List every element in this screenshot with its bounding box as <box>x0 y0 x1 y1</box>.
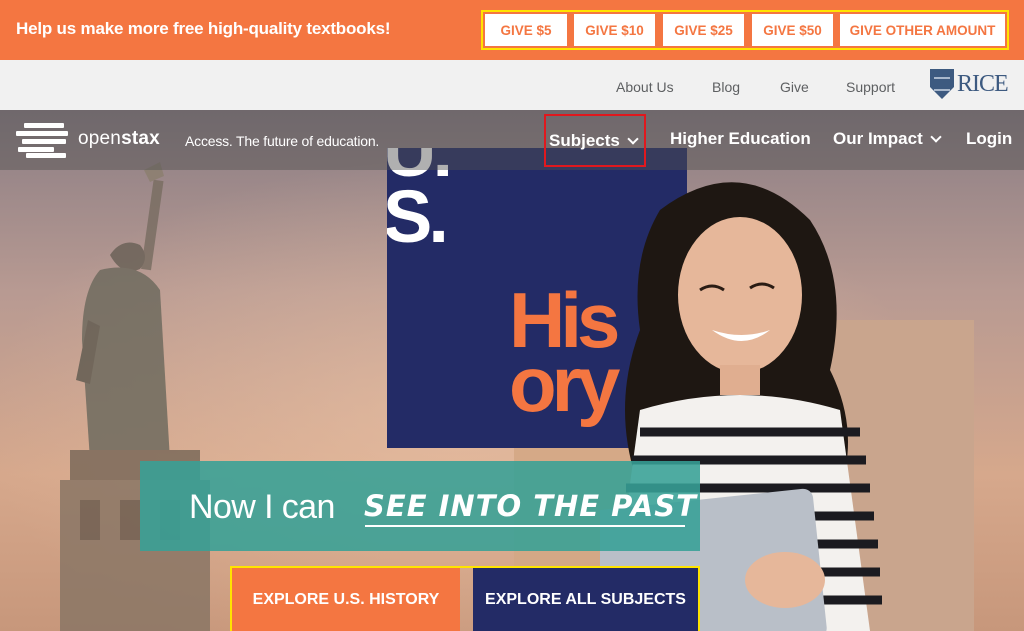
donation-message: Help us make more free high-quality text… <box>16 19 391 38</box>
student-photo <box>600 182 882 631</box>
rice-logo-text: RICE <box>957 70 1009 97</box>
give-10-button[interactable]: GIVE $10 <box>574 14 655 46</box>
support-link[interactable]: Support <box>846 79 895 95</box>
subjects-focus-highlight <box>544 114 646 167</box>
give-button-group: GIVE $5 GIVE $10 GIVE $25 GIVE $50 GIVE … <box>481 10 1009 50</box>
openstax-wordmark: openstax <box>78 128 160 150</box>
main-nav: openstax Access. The future of education… <box>0 110 1024 170</box>
give-other-amount-button[interactable]: GIVE OTHER AMOUNT <box>840 14 1005 46</box>
nav-login[interactable]: Login <box>966 129 1012 149</box>
tagline: Access. The future of education. <box>185 133 380 149</box>
give-link[interactable]: Give <box>780 79 809 95</box>
give-5-button[interactable]: GIVE $5 <box>485 14 567 46</box>
chevron-down-icon <box>930 131 942 143</box>
statue-of-liberty-image <box>60 162 210 631</box>
openstax-books-icon <box>16 122 68 158</box>
blog-link[interactable]: Blog <box>712 79 740 95</box>
utility-nav: About Us Blog Give Support <box>0 60 1024 110</box>
headline-emphasis: SEE INTO THE PAST <box>364 489 697 523</box>
logo-text-open: open <box>78 128 122 149</box>
headline-prefix: Now I can <box>189 488 335 526</box>
explore-us-history-button[interactable]: EXPLORE U.S. HISTORY <box>232 568 460 631</box>
explore-all-subjects-button[interactable]: EXPLORE ALL SUBJECTS <box>473 568 698 631</box>
rice-shield-icon <box>930 69 954 99</box>
rice-university-logo[interactable]: RICE <box>930 68 1009 100</box>
headline-underline <box>365 525 685 527</box>
cta-button-group: EXPLORE U.S. HISTORY EXPLORE ALL SUBJECT… <box>230 566 700 631</box>
book-title-line-2: S. <box>387 175 449 258</box>
hero-section: U. S. His ory <box>0 110 1024 631</box>
openstax-logo[interactable]: openstax <box>16 122 166 158</box>
give-25-button[interactable]: GIVE $25 <box>663 14 744 46</box>
nav-our-impact[interactable]: Our Impact <box>833 129 942 149</box>
nav-higher-education[interactable]: Higher Education <box>670 129 811 149</box>
nav-our-impact-label: Our Impact <box>833 129 923 148</box>
give-50-button[interactable]: GIVE $50 <box>752 14 833 46</box>
logo-text-stax: stax <box>121 128 160 149</box>
about-us-link[interactable]: About Us <box>616 79 674 95</box>
donation-banner: Help us make more free high-quality text… <box>0 0 1024 60</box>
hero-headline: Now I can SEE INTO THE PAST <box>140 461 700 551</box>
